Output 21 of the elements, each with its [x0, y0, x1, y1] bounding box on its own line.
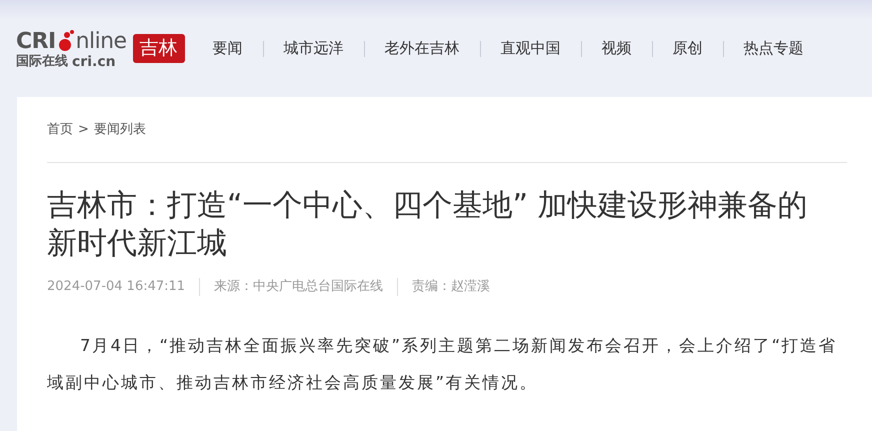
dots-icon [56, 28, 75, 52]
breadcrumb-link[interactable]: 要闻列表 [94, 120, 146, 140]
article-paragraph: 7月4日，“推动吉林全面振兴率先突破”系列主题第二场新闻发布会召开，会上介绍了“打造省域副中心城市、推动吉林市经济社会高质量发展”有关情况。 [47, 334, 838, 394]
article-title: 吉林市：打造“一个中心、四个基地” 加快建设形神兼备的新时代新江城 [47, 187, 809, 263]
breadcrumb-separator: > [78, 120, 89, 139]
logo-brand-text: CRI [16, 30, 56, 52]
logo-domain: cri.cn [72, 54, 116, 68]
logo-brand-text: nline [76, 30, 127, 52]
logo-subtitle: 国际在线 [16, 55, 68, 68]
breadcrumb-link[interactable]: 首页 [47, 120, 73, 140]
nav-link[interactable]: 视频 [602, 37, 632, 60]
nav-link[interactable]: 老外在吉林 [384, 37, 460, 60]
article-meta: 来源：中央广电总台国际在线 [214, 278, 384, 296]
nav-link[interactable]: 原创 [672, 37, 703, 60]
nav-link[interactable]: 热点专题 [744, 37, 804, 60]
nav-link[interactable]: 城市远洋 [284, 37, 344, 60]
nav-link[interactable]: 直观中国 [500, 37, 561, 60]
article-meta: 责编：赵滢溪 [412, 278, 490, 296]
nav-link[interactable]: 要闻 [212, 37, 243, 60]
region-badge: 吉林 [132, 34, 185, 64]
article-meta: 2024-07-04 16:47:11 [47, 278, 186, 296]
